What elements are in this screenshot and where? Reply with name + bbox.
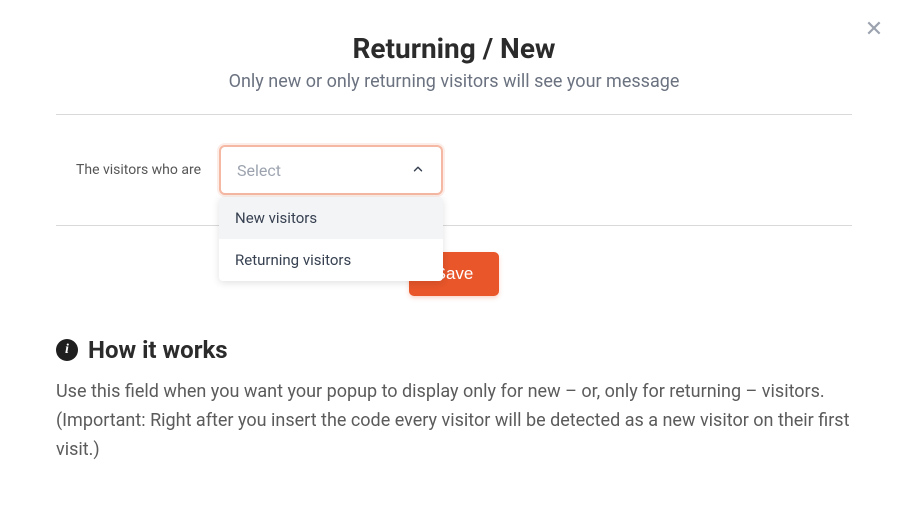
visitor-type-label: The visitors who are [76,162,201,178]
dialog-subtitle: Only new or only returning visitors will… [56,71,852,92]
visitor-type-select-wrap: Select New visitors Returning visitors [219,145,443,195]
info-icon: i [56,339,78,361]
chevron-up-icon [411,161,425,180]
visitor-type-dropdown: New visitors Returning visitors [219,197,443,281]
dropdown-option-new-visitors[interactable]: New visitors [219,197,443,239]
how-it-works-body: Use this field when you want your popup … [56,378,852,464]
visitor-type-row: The visitors who are Select New visitors… [56,115,852,225]
how-it-works-header: i How it works [56,336,852,364]
close-icon[interactable]: ✕ [862,18,886,42]
close-glyph: ✕ [865,19,883,41]
how-it-works-title: How it works [88,336,228,364]
visitor-type-select[interactable]: Select [219,145,443,195]
dropdown-option-returning-visitors[interactable]: Returning visitors [219,239,443,281]
dialog-title: Returning / New [56,32,852,65]
save-row: Save [56,226,852,336]
dialog-container: Returning / New Only new or only returni… [0,0,908,504]
select-placeholder: Select [237,161,281,180]
